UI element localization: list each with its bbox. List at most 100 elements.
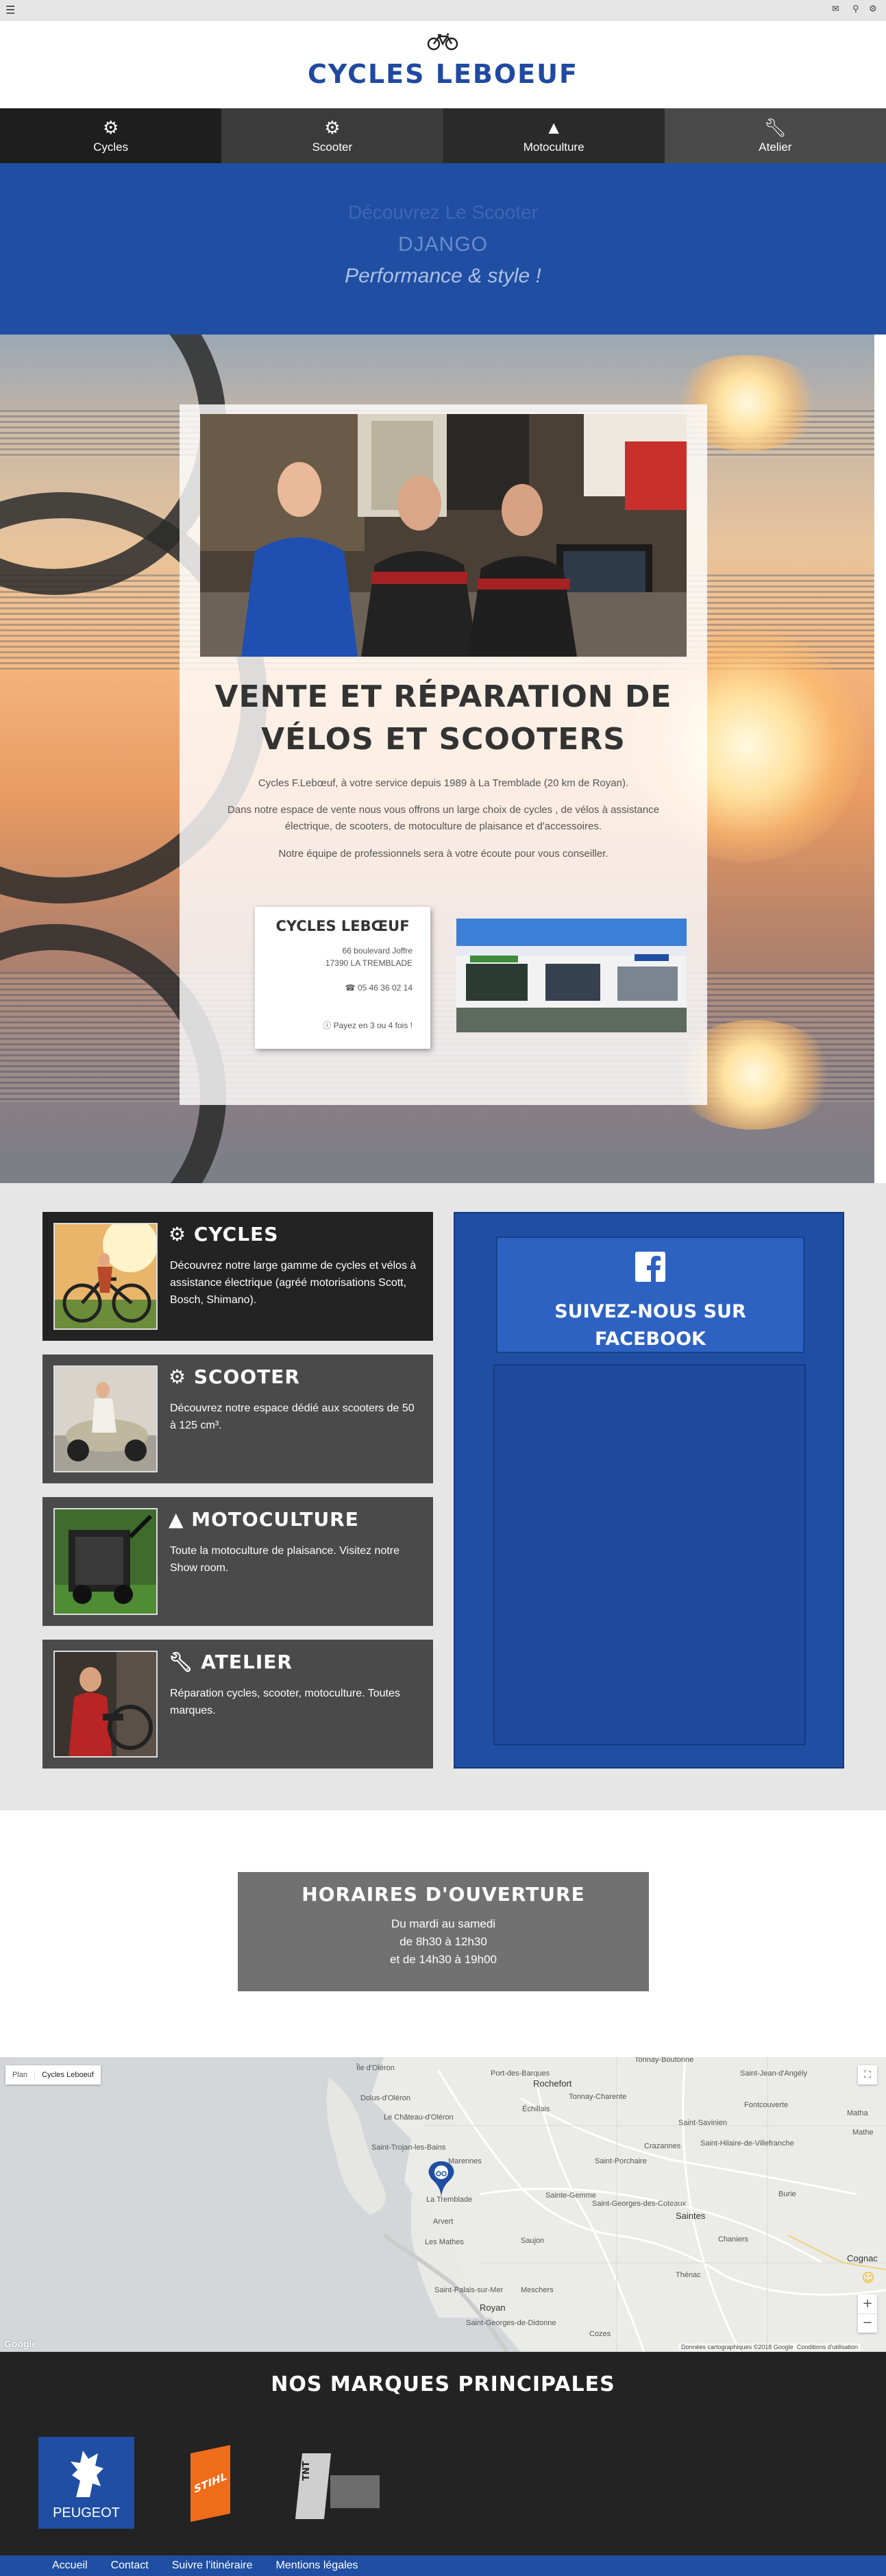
category-card-scooter[interactable]: ⚙ SCOOTER Découvrez notre espace dédié a… [42, 1354, 433, 1483]
map-label: Saint-Porchaire [595, 2157, 647, 2165]
category-description: Toute la motoculture de plaisance. Visit… [170, 1545, 400, 1574]
brand-logo-peugeot[interactable]: PEUGEOT [38, 2437, 134, 2529]
peugeot-lion-icon [71, 2451, 103, 2497]
category-image [53, 1651, 158, 1758]
phone-icon: ☎ [345, 983, 358, 993]
footer-link-itineraire[interactable]: Suivre l'itinéraire [172, 2560, 253, 2572]
map-label: Saint-Georges-de-Didonne [466, 2319, 556, 2327]
payment-text: Payez en 3 ou 4 fois ! [333, 1021, 413, 1030]
brand-logo-tnt[interactable]: TNT [295, 2453, 380, 2519]
store-front-photo [456, 919, 687, 1032]
hero-paragraph: Notre équipe de professionnels sera à vo… [278, 848, 608, 860]
contact-card: CYCLES LEBŒUF 66 boulevard Joffre 17390 … [255, 907, 430, 1049]
map-label: Meschers [521, 2286, 554, 2294]
shop-team-photo [200, 414, 687, 657]
map-terms-link[interactable]: Conditions d'utilisation [797, 2344, 858, 2350]
facebook-header[interactable]: SUIVEZ-NOUS SUR FACEBOOK [496, 1237, 804, 1353]
top-bar: ☰ ✉ ⚲ ⚙ [0, 0, 886, 21]
map-label: Fontcouverte [744, 2101, 789, 2109]
footer-link-mentions[interactable]: Mentions légales [275, 2560, 358, 2572]
category-description: Découvrez notre espace dédié aux scooter… [170, 1402, 415, 1431]
info-icon: ⓘ [323, 1021, 334, 1030]
brand-logo-block [295, 2453, 332, 2519]
map-label: Saint-Jean-d'Angély [740, 2069, 808, 2078]
gear-icon: ⚙ [102, 117, 119, 138]
card-address-line: 66 boulevard Joffre [342, 946, 413, 956]
hours-line: et de 14h30 à 19h00 [390, 1953, 497, 1966]
category-title-text: MOTOCULTURE [191, 1508, 359, 1531]
card-title: CYCLES LEBŒUF [275, 918, 410, 934]
brand-name: PEUGEOT [53, 2505, 120, 2520]
map-attribution-text: Données cartographiques ©2018 Google [681, 2344, 793, 2350]
opening-hours: HORAIRES D'OUVERTURE Du mardi au samedi … [238, 1872, 649, 1991]
hours-line: de 8h30 à 12h30 [399, 1935, 487, 1948]
category-description: Découvrez notre large gamme de cycles et… [170, 1260, 417, 1306]
zoom-out-button[interactable]: − [858, 2313, 877, 2333]
map-label: Mathe [852, 2128, 874, 2137]
hero-title: VENTE ET RÉPARATION DE VÉLOS ET SCOOTERS [214, 679, 672, 757]
map-type-tabs: Plan Cycles Leboeuf [5, 2065, 101, 2085]
category-card-cycles[interactable]: ⚙ CYCLES Découvrez notre large gamme de … [42, 1212, 433, 1341]
nav-item-scooter[interactable]: ⚙ Scooter [221, 108, 443, 163]
brands-title: NOS MARQUES PRINCIPALES [271, 2372, 615, 2396]
category-title-text: SCOOTER [193, 1365, 300, 1388]
map-label: Royan [480, 2302, 506, 2313]
tree-icon: ▲ [545, 117, 563, 138]
facebook-title: SUIVEZ-NOUS SUR FACEBOOK [554, 1301, 746, 1350]
cogs-icon: ⚙ [169, 1365, 194, 1388]
map-label: Cognac [847, 2253, 878, 2263]
map-label: Dolus-d'Oléron [360, 2094, 411, 2102]
map-label: Tonnay-Charente [569, 2093, 627, 2101]
site-logo[interactable]: CYCLES LEBOEUF [0, 59, 886, 89]
zoom-in-button[interactable]: + [858, 2294, 877, 2313]
map-label: Saint-Savinien [678, 2119, 727, 2127]
map-tab-plan[interactable]: Plan [5, 2071, 34, 2079]
footer-link-contact[interactable]: Contact [111, 2560, 149, 2572]
map-label: Thénac [676, 2271, 701, 2279]
nav-label: Motoculture [523, 141, 584, 154]
nav-label: Atelier [759, 141, 792, 154]
fullscreen-icon[interactable]: ⛶ [858, 2065, 877, 2085]
location-map[interactable]: Plan Cycles Leboeuf Île d'Oléron Port-de… [0, 2057, 886, 2352]
card-address-line: 17390 LA TREMBLADE [325, 958, 413, 968]
bicycle-icon [427, 33, 458, 51]
category-title: ⚙ SCOOTER [169, 1365, 300, 1388]
hero-paragraph: Dans notre espace de vente nous vous off… [227, 804, 660, 832]
nav-item-atelier[interactable]: 🔧︎ Atelier [664, 108, 886, 163]
promo-line-3: Performance & style ! [345, 265, 541, 287]
promo-banner[interactable]: Découvrez Le Scooter DJANGO Performance … [0, 163, 886, 335]
hours-title: HORAIRES D'OUVERTURE [302, 1883, 585, 1906]
promo-line-1: Découvrez Le Scooter [347, 202, 539, 223]
mail-icon[interactable]: ✉ [832, 4, 839, 14]
cogs-icon: ⚙ [324, 117, 341, 138]
category-card-motoculture[interactable]: ▲ MOTOCULTURE Toute la motoculture de pl… [42, 1497, 433, 1626]
wrench-icon: 🔧︎ [763, 117, 787, 138]
footer-link-accueil[interactable]: Accueil [52, 2560, 88, 2572]
map-label: Saintes [676, 2211, 706, 2221]
brand-logo-stihl[interactable]: STIHL [190, 2444, 230, 2523]
nav-item-cycles[interactable]: ⚙ Cycles [0, 108, 222, 163]
map-tab-place[interactable]: Cycles Leboeuf [34, 2071, 101, 2079]
location-pin-icon[interactable]: ⚲ [852, 4, 859, 14]
menu-icon[interactable]: ☰ [5, 3, 15, 17]
map-label: Arvert [433, 2217, 454, 2226]
nav-item-motoculture[interactable]: ▲ Motoculture [443, 108, 665, 163]
map-label: Chaniers [718, 2235, 749, 2244]
card-phone[interactable]: ☎ 05 46 36 02 14 [345, 983, 413, 993]
tree-icon: ▲ [169, 1508, 192, 1531]
map-label: Burie [778, 2190, 796, 2198]
card-payment: ⓘ Payez en 3 ou 4 fois ! [323, 1019, 413, 1031]
map-label: Tonnay-Boutonne [635, 2057, 694, 2064]
category-card-atelier[interactable]: 🔧︎ ATELIER Réparation cycles, scooter, m… [42, 1640, 433, 1769]
map-label: Sainte-Gemme [545, 2191, 596, 2200]
map-label: Saint-Trojan-les-Bains [371, 2143, 446, 2152]
main-nav: ⚙ Cycles ⚙ Scooter ▲ Motoculture 🔧︎ Atel… [0, 108, 886, 163]
street-view-icon[interactable]: ☺ [859, 2270, 877, 2287]
promo-line-2: DJANGO [397, 233, 488, 256]
gear-icon[interactable]: ⚙ [869, 4, 877, 14]
zoom-controls: + − [858, 2294, 877, 2333]
map-marker-icon[interactable] [428, 2160, 455, 2198]
facebook-feed-frame[interactable] [493, 1364, 806, 1745]
hours-line: Du mardi au samedi [391, 1917, 496, 1930]
map-label: Cozes [589, 2330, 611, 2338]
